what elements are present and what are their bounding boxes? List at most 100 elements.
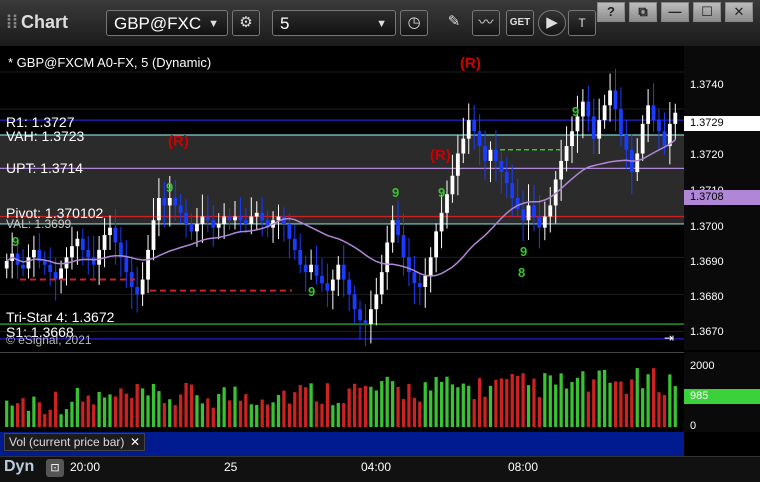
price-tick: 1.3740 xyxy=(690,79,724,91)
candle-body xyxy=(651,105,656,121)
candle-body xyxy=(298,249,303,265)
maximize-button[interactable]: ☐ xyxy=(693,2,721,22)
candle-body xyxy=(537,216,542,228)
candle-body xyxy=(564,146,569,161)
close-button[interactable]: ✕ xyxy=(725,2,753,22)
price-tick: 1.3720 xyxy=(690,149,724,161)
candle-body xyxy=(624,134,629,150)
candle-body xyxy=(260,212,265,221)
candle-body xyxy=(586,101,591,117)
help-icon: ? xyxy=(607,4,615,19)
chart-symbol-header: * GBP@FXCM A0-FX, 5 (Dynamic) xyxy=(8,55,212,70)
candle-body xyxy=(396,220,400,236)
candle-body xyxy=(31,249,36,258)
candle-body xyxy=(352,294,357,310)
dynamic-label: Dyn xyxy=(4,458,35,475)
candle-body xyxy=(336,264,341,280)
candle-body xyxy=(162,198,167,206)
candle-body xyxy=(75,238,80,247)
candle-body xyxy=(97,249,102,265)
candle-body xyxy=(309,264,314,273)
ma-price-tag: 1.3708 xyxy=(684,190,760,205)
candle-body xyxy=(42,261,47,265)
candle-body xyxy=(483,146,487,161)
candle-body xyxy=(113,227,118,243)
signal-label: 9 xyxy=(12,234,20,249)
candle-body xyxy=(238,216,243,221)
volume-tick: 2000 xyxy=(690,360,715,372)
candle-body xyxy=(510,183,515,198)
candle-body xyxy=(428,257,433,276)
candle-body xyxy=(320,275,324,284)
clock-icon[interactable]: ◷ xyxy=(400,10,428,36)
candle-body xyxy=(59,268,63,280)
time-tick: 08:00 xyxy=(508,460,539,474)
candle-body xyxy=(417,283,422,287)
interval-selector[interactable]: 5 ▼ xyxy=(272,10,396,36)
signal-label: 8 xyxy=(518,265,526,280)
pencil-icon[interactable]: ✎ xyxy=(440,10,468,36)
minimize-button[interactable]: — xyxy=(661,2,689,22)
candle-body xyxy=(21,264,25,269)
candle-body xyxy=(86,249,91,258)
candle-body xyxy=(368,309,373,325)
candle-body xyxy=(26,257,31,269)
candle-body xyxy=(635,153,640,173)
candle-body xyxy=(608,90,612,106)
text-tool-icon[interactable]: T xyxy=(568,10,596,36)
volume-chart[interactable] xyxy=(0,352,760,432)
candle-body xyxy=(341,264,346,280)
candle-body xyxy=(407,257,411,273)
signal-label: 9 xyxy=(308,284,316,299)
symbol-selector[interactable]: GBP@FXC ▼ xyxy=(106,10,228,36)
candle-body xyxy=(303,264,308,273)
candle-body xyxy=(135,286,140,295)
candle-body xyxy=(70,246,74,258)
candle-body xyxy=(91,257,96,265)
candle-body xyxy=(450,175,455,195)
candle-body xyxy=(102,235,107,250)
window-title-text: Chart xyxy=(21,12,69,32)
restore-button[interactable]: ⧉ xyxy=(629,2,657,22)
settings-gear-icon[interactable]: ⚙ xyxy=(232,10,260,36)
signal-label: 9 xyxy=(166,180,174,195)
candle-body xyxy=(580,101,585,117)
grip-icon[interactable]: ⁞⁞ xyxy=(6,12,18,32)
price-tick: 1.3690 xyxy=(690,256,724,268)
candle-body xyxy=(455,153,460,176)
scroll-to-end-icon[interactable]: ⇥ xyxy=(664,331,674,345)
candle-body xyxy=(461,138,466,154)
candle-body xyxy=(657,120,661,132)
candle-body xyxy=(243,220,248,224)
get-label: GET xyxy=(509,17,531,28)
help-button[interactable]: ? xyxy=(597,2,625,22)
candle-body xyxy=(184,212,188,224)
time-tick: 25 xyxy=(224,460,238,474)
candle-body xyxy=(157,198,161,221)
candle-body xyxy=(423,275,428,287)
candle-body xyxy=(591,116,596,139)
candle-body xyxy=(80,238,85,250)
close-icon[interactable]: ✕ xyxy=(130,434,140,450)
minimize-icon: — xyxy=(668,4,682,19)
candle-body xyxy=(178,205,183,213)
candle-body xyxy=(211,220,216,228)
candle-body xyxy=(151,220,156,250)
candle-body xyxy=(597,120,602,139)
get-button[interactable]: GET xyxy=(506,10,534,36)
level-label-val: VAL: 1.3699 xyxy=(6,217,72,231)
candle-body xyxy=(548,205,553,217)
price-chart[interactable] xyxy=(0,46,760,350)
indicator-icon[interactable]: 〰 xyxy=(472,10,500,36)
candle-body xyxy=(662,131,667,147)
play-icon[interactable]: ▶ xyxy=(538,10,566,36)
candle-body xyxy=(167,198,172,206)
candle-body xyxy=(200,216,205,224)
candle-body xyxy=(124,257,129,273)
candle-body xyxy=(466,120,471,139)
lock-icon[interactable]: ⊡ xyxy=(46,459,64,477)
candle-body xyxy=(347,279,352,295)
maximize-icon: ☐ xyxy=(701,4,713,19)
last-price-tag: 1.3729 xyxy=(684,116,760,131)
price-tick: 1.3700 xyxy=(690,221,724,233)
